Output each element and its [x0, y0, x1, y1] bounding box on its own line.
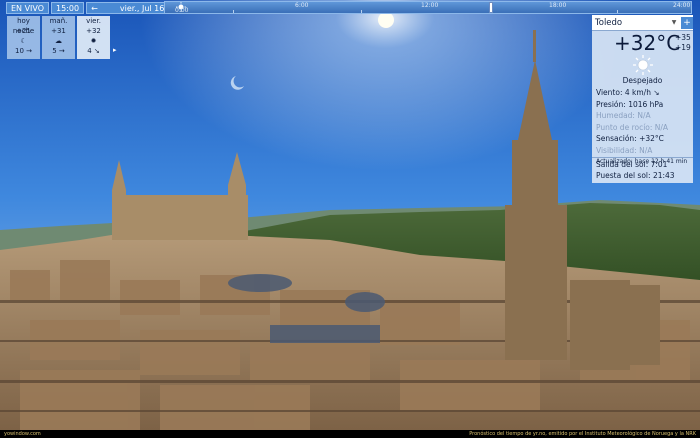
pressure-label: Presión:: [596, 99, 626, 109]
pressure-row: Presión: 1016 hPa: [596, 99, 687, 111]
sunrise-value: 7:01: [650, 160, 668, 169]
forecast-day-wind: 10 →: [15, 47, 32, 55]
feels-like-row: Sensación: +32°C: [596, 133, 687, 145]
dew-point-row: Punto de rocío: N/A: [596, 122, 687, 134]
wind-label: Viento:: [596, 88, 623, 97]
timeline-tick: 12:00: [421, 2, 439, 9]
city-selector: Toledo ▼ +: [592, 15, 693, 31]
timeline-tick: 6:00: [295, 2, 309, 9]
time-display[interactable]: 15:00: [51, 2, 85, 14]
timeline-tick: 18:00: [549, 2, 567, 9]
moon-icon: ☾: [20, 37, 27, 45]
footer-link[interactable]: yowindow.com: [4, 430, 41, 438]
timeline-tick: 24:00: [673, 2, 691, 9]
timeline-tickmark: [233, 10, 234, 13]
add-location-button[interactable]: +: [681, 16, 693, 29]
partly-cloudy-icon: ☁: [55, 37, 62, 45]
wind-row: Viento: 4 km/h ↘: [596, 87, 687, 99]
pressure-value: 1016 hPa: [628, 99, 664, 109]
forecast-day-tonight[interactable]: hoy noche +21 ☾ 10 →: [7, 16, 40, 59]
timeline-handle[interactable]: [489, 2, 493, 13]
forecast-next-button[interactable]: ▸: [113, 46, 117, 54]
condition-text: Despejado: [622, 76, 663, 85]
timeline-slider[interactable]: 0:00 6:00 12:00 18:00 24:00: [164, 1, 692, 14]
forecast-day-label: hoy noche: [12, 17, 35, 35]
sunset-row: Puesta del sol: 21:43: [596, 170, 675, 181]
timeline-tickmark: [617, 10, 618, 13]
forecast-strip: hoy noche +21 ☾ 10 → mañ. +31 ☁ 5 → vier…: [7, 16, 117, 59]
humidity-row: Humedad: N/A: [596, 110, 687, 122]
forecast-day-wind: 5 →: [52, 47, 65, 55]
footer-credit[interactable]: Pronóstico del tiempo de yr.no, emitido …: [469, 430, 696, 438]
forecast-day-temp: +21: [16, 27, 31, 35]
sun-icon: ✹: [90, 37, 97, 45]
humidity-label: Humedad:: [596, 111, 635, 120]
feels-like-value: +32°C: [639, 134, 664, 143]
forecast-day-label: mañ.: [49, 17, 68, 25]
date-label: vier., Jul 16: [119, 4, 165, 13]
forecast-day-label: vier.: [86, 17, 101, 25]
humidity-value: N/A: [637, 111, 651, 120]
visibility-label: Visibilidad:: [596, 145, 637, 155]
weather-details: Viento: 4 km/h ↘ Presión: 1016 hPa Humed…: [596, 87, 687, 168]
feels-like-label: Sensación:: [596, 134, 637, 143]
dew-point-label: Punto de rocío:: [596, 122, 653, 132]
weather-window: EN VIVO 15:00 ← vier., Jul 16 → 0:00 6:0…: [0, 0, 700, 438]
live-button[interactable]: EN VIVO: [6, 2, 50, 14]
sunrise-row: Salida del sol: 7:01: [596, 159, 675, 170]
sun-icon: [378, 12, 394, 28]
date-prev-button[interactable]: ←: [91, 3, 98, 13]
current-temperature: +32°C: [614, 31, 681, 55]
sunset-value: 21:43: [652, 171, 675, 180]
timeline-tickmark: [361, 10, 362, 13]
wind-value: 4 km/h ↘: [624, 88, 660, 97]
sunset-label: Puesta del sol:: [596, 171, 651, 180]
visibility-row: Visibilidad: N/A: [596, 145, 687, 157]
high-low-temps: +35 +19: [675, 33, 691, 53]
panel-divider: [592, 157, 693, 158]
forecast-day-tomorrow[interactable]: mañ. +31 ☁ 5 →: [42, 16, 75, 59]
low-temp: +19: [675, 43, 691, 52]
forecast-day-friday[interactable]: vier. +32 ✹ 4 ↘: [77, 16, 110, 59]
current-weather-panel: Toledo ▼ + +32°C +35 +19 Despejado Vient…: [592, 15, 693, 183]
forecast-day-temp: +32: [86, 27, 101, 35]
sunrise-label: Salida del sol:: [596, 160, 649, 169]
chevron-down-icon[interactable]: ▼: [669, 19, 679, 26]
sun-times: Salida del sol: 7:01 Puesta del sol: 21:…: [596, 159, 675, 181]
forecast-day-wind: 4 ↘: [87, 47, 100, 55]
footer-bar: yowindow.com Pronóstico del tiempo de yr…: [0, 430, 700, 438]
sun-icon: [633, 55, 653, 75]
city-name[interactable]: Toledo: [592, 18, 669, 28]
forecast-day-temp: +31: [51, 27, 66, 35]
timeline-tick: 0:00: [175, 7, 189, 14]
high-temp: +35: [675, 33, 691, 42]
visibility-value: N/A: [639, 145, 653, 155]
dew-point-value: N/A: [654, 122, 669, 132]
